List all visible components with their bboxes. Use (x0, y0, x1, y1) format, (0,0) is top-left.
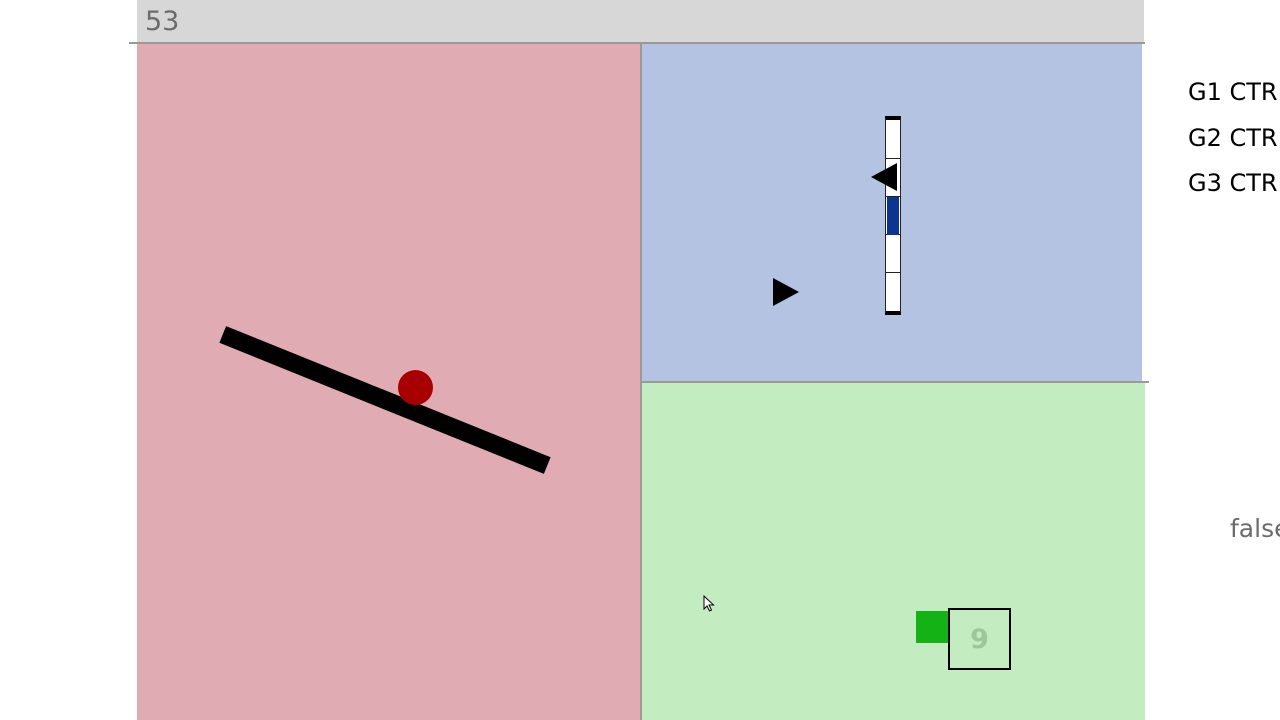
score-counter: 53 (145, 6, 180, 37)
g2-ctrl-label: G2 CTRL (1188, 124, 1280, 152)
g3-ctrl-label: G3 CTRL (1188, 169, 1280, 197)
top-bar (137, 0, 1144, 43)
slider-segment-divider (886, 158, 900, 159)
balance-game-panel[interactable] (137, 44, 640, 720)
slider-track (885, 116, 901, 315)
left-arrow-marker-icon (871, 163, 897, 191)
slider-segment-divider (886, 272, 900, 273)
mouse-cursor-icon (703, 595, 715, 612)
target-number: 9 (970, 623, 989, 655)
target-box: 9 (948, 608, 1011, 670)
right-arrow-marker-icon (773, 278, 799, 306)
green-block (916, 611, 950, 643)
ball (398, 370, 433, 405)
g1-ctrl-label: G1 CTRL (1188, 78, 1280, 106)
status-text: false (1230, 514, 1280, 543)
slider-active-segment (887, 197, 899, 235)
target-game-panel[interactable] (642, 383, 1145, 720)
